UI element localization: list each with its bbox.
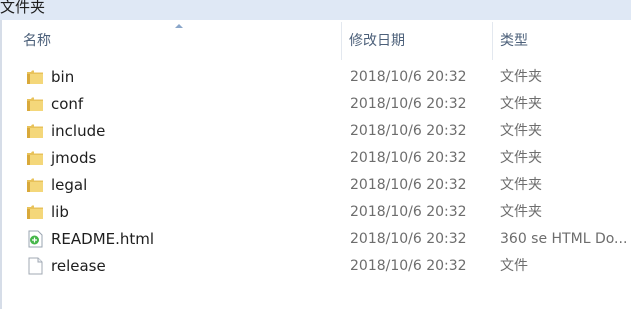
file-type: 文件夹 bbox=[500, 96, 542, 112]
file-modified: 2018/10/6 20:32 bbox=[350, 258, 467, 274]
column-divider[interactable] bbox=[341, 22, 342, 60]
file-row[interactable]: lib 2018/10/6 20:32 文件夹 bbox=[0, 199, 631, 226]
column-divider[interactable] bbox=[492, 22, 493, 60]
folder-icon bbox=[26, 95, 44, 113]
file-row[interactable]: legal 2018/10/6 20:32 文件夹 bbox=[0, 172, 631, 199]
file-row[interactable]: include 2018/10/6 20:32 文件夹 bbox=[0, 118, 631, 145]
file-row[interactable]: jmods 2018/10/6 20:32 文件夹 bbox=[0, 145, 631, 172]
file-modified: 2018/10/6 20:32 bbox=[350, 123, 467, 139]
file-row[interactable]: conf 2018/10/6 20:32 文件夹 bbox=[0, 91, 631, 118]
file-type: 文件夹 bbox=[500, 69, 542, 85]
folder-icon bbox=[26, 149, 44, 167]
html-document-icon bbox=[26, 230, 44, 248]
file-modified: 2018/10/6 20:32 bbox=[350, 231, 467, 247]
file-row[interactable]: release 2018/10/6 20:32 文件 bbox=[0, 253, 631, 280]
file-name: bin bbox=[51, 68, 75, 86]
column-header-modified[interactable]: 修改日期 bbox=[343, 22, 493, 60]
file-type: 文件夹 bbox=[500, 150, 542, 166]
column-header-type[interactable]: 类型 bbox=[494, 22, 631, 60]
file-name: legal bbox=[51, 176, 88, 194]
file-type: 360 se HTML Do... bbox=[500, 231, 628, 247]
window-titlebar: 文件夹 bbox=[0, 0, 631, 20]
column-header-bar: 名称 修改日期 类型 bbox=[2, 22, 631, 60]
folder-icon bbox=[26, 176, 44, 194]
folder-icon bbox=[26, 203, 44, 221]
file-name: include bbox=[51, 122, 106, 140]
file-modified: 2018/10/6 20:32 bbox=[350, 69, 467, 85]
file-modified: 2018/10/6 20:32 bbox=[350, 150, 467, 166]
file-type: 文件夹 bbox=[500, 177, 542, 193]
file-name: conf bbox=[51, 95, 84, 113]
file-row[interactable]: bin 2018/10/6 20:32 文件夹 bbox=[0, 64, 631, 91]
file-type: 文件夹 bbox=[500, 123, 542, 139]
file-name: lib bbox=[51, 203, 69, 221]
file-name: jmods bbox=[51, 149, 97, 167]
file-icon bbox=[26, 257, 44, 275]
column-header-name[interactable]: 名称 bbox=[17, 22, 342, 60]
file-modified: 2018/10/6 20:32 bbox=[350, 177, 467, 193]
file-name: release bbox=[51, 257, 106, 275]
file-modified: 2018/10/6 20:32 bbox=[350, 96, 467, 112]
folder-icon bbox=[26, 122, 44, 140]
folder-icon bbox=[26, 68, 44, 86]
window-title: 文件夹 bbox=[0, 0, 46, 16]
file-name: README.html bbox=[51, 230, 155, 248]
file-type: 文件 bbox=[500, 258, 528, 274]
file-row[interactable]: README.html 2018/10/6 20:32 360 se HTML … bbox=[0, 226, 631, 253]
file-modified: 2018/10/6 20:32 bbox=[350, 204, 467, 220]
file-type: 文件夹 bbox=[500, 204, 542, 220]
